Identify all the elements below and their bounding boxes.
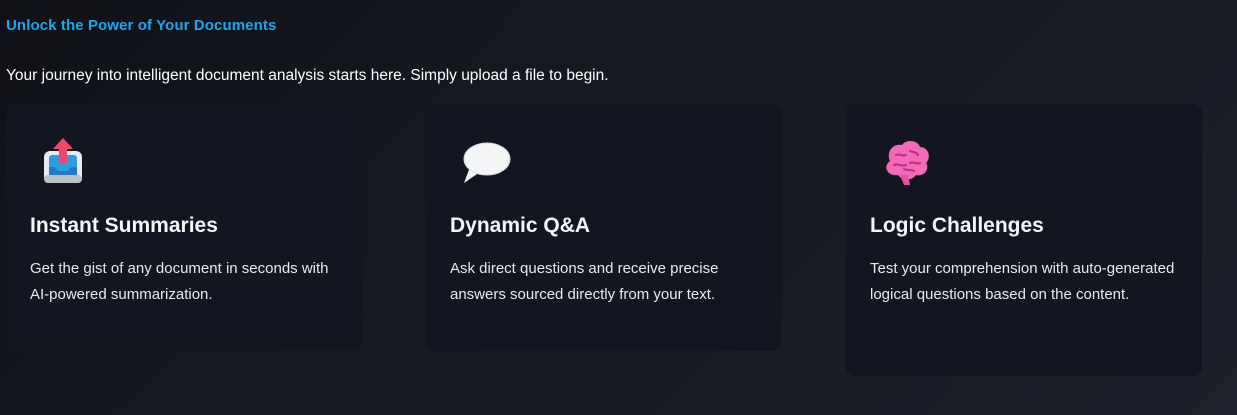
- feature-title: Logic Challenges: [870, 214, 1044, 237]
- inbox-upload-icon: [40, 137, 92, 189]
- page: Unlock the Power of Your Documents Your …: [0, 0, 1237, 415]
- feature-card-dynamic-qa: Dynamic Q&A Ask direct questions and rec…: [426, 104, 782, 351]
- feature-title: Instant Summaries: [30, 214, 218, 237]
- feature-card-logic-challenges: Logic Challenges Test your comprehension…: [846, 104, 1202, 376]
- page-headline: Unlock the Power of Your Documents: [6, 17, 277, 34]
- feature-description: Get the gist of any document in seconds …: [30, 260, 329, 303]
- feature-description: Test your comprehension with auto-genera…: [870, 260, 1175, 303]
- feature-card-instant-summaries: Instant Summaries Get the gist of any do…: [6, 104, 362, 350]
- feature-title: Dynamic Q&A: [450, 214, 591, 237]
- speech-bubble-icon: [460, 137, 512, 189]
- brain-icon: [880, 137, 932, 189]
- page-intro-text: Your journey into intelligent document a…: [6, 67, 609, 84]
- feature-description: Ask direct questions and receive precise…: [450, 260, 719, 303]
